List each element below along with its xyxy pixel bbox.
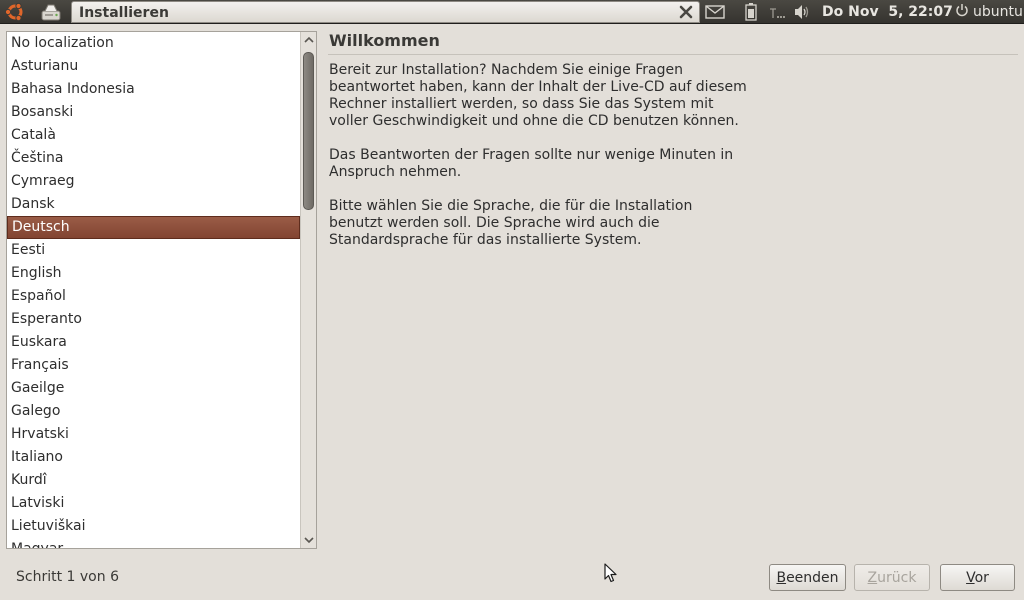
- scroll-thumb[interactable]: [303, 52, 314, 210]
- language-item[interactable]: Euskara: [7, 331, 300, 354]
- language-item[interactable]: English: [7, 262, 300, 285]
- language-item[interactable]: Deutsch: [7, 216, 300, 239]
- language-item[interactable]: Hrvatski: [7, 423, 300, 446]
- close-icon[interactable]: [679, 5, 693, 19]
- language-item[interactable]: Eesti: [7, 239, 300, 262]
- language-item[interactable]: Lietuviškai: [7, 515, 300, 538]
- language-item[interactable]: Gaeilge: [7, 377, 300, 400]
- mouse-cursor-icon: [604, 563, 618, 583]
- window-title-tab[interactable]: Installieren: [71, 1, 700, 23]
- language-item[interactable]: Dansk: [7, 193, 300, 216]
- battery-icon[interactable]: [745, 0, 763, 24]
- back-button[interactable]: Zurück: [854, 564, 930, 591]
- volume-icon[interactable]: [793, 0, 813, 24]
- session-user: ubuntu: [973, 4, 1023, 20]
- language-item[interactable]: Magyar: [7, 538, 300, 548]
- language-item[interactable]: Bosanski: [7, 101, 300, 124]
- language-item[interactable]: Català: [7, 124, 300, 147]
- step-indicator: Schritt 1 von 6: [16, 569, 119, 585]
- language-item[interactable]: Asturianu: [7, 55, 300, 78]
- language-item[interactable]: Cymraeg: [7, 170, 300, 193]
- scroll-down-icon[interactable]: [301, 532, 316, 548]
- language-item[interactable]: Esperanto: [7, 308, 300, 331]
- ubuntu-logo-icon[interactable]: [2, 1, 28, 23]
- back-button-label: Zurück: [867, 569, 917, 586]
- network-icon[interactable]: [766, 0, 790, 24]
- mail-icon[interactable]: [705, 0, 729, 24]
- quit-button-label: Beenden: [776, 569, 839, 586]
- language-list-frame: No localization Asturianu Bahasa Indonesia…: [6, 31, 317, 549]
- power-icon: [955, 3, 969, 21]
- session-menu[interactable]: ubuntu: [955, 0, 1023, 24]
- language-item[interactable]: Français: [7, 354, 300, 377]
- welcome-paragraph-1: Bereit zur Installation? Nachdem Sie ein…: [329, 62, 747, 129]
- language-list[interactable]: No localization Asturianu Bahasa Indonesia…: [7, 32, 300, 548]
- title-separator: [328, 54, 1018, 55]
- language-item[interactable]: Kurdî: [7, 469, 300, 492]
- welcome-paragraph-2: Das Beantworten der Fragen sollte nur we…: [329, 147, 734, 180]
- quit-button[interactable]: Beenden: [769, 564, 846, 591]
- language-item[interactable]: Italiano: [7, 446, 300, 469]
- top-panel: Installieren Do Nov 5, 22:07 ubuntu: [0, 0, 1024, 24]
- language-item[interactable]: Galego: [7, 400, 300, 423]
- forward-button[interactable]: Vor: [940, 564, 1015, 591]
- scroll-up-icon[interactable]: [301, 32, 316, 48]
- welcome-paragraph-3: Bitte wählen Sie die Sprache, die für di…: [329, 198, 693, 248]
- window-title: Installieren: [79, 5, 169, 21]
- language-list-scrollbar[interactable]: [300, 32, 316, 548]
- installer-launcher-icon[interactable]: [37, 1, 65, 23]
- language-item[interactable]: Español: [7, 285, 300, 308]
- language-item[interactable]: Bahasa Indonesia: [7, 78, 300, 101]
- forward-button-label: Vor: [966, 569, 989, 586]
- language-item[interactable]: Čeština: [7, 147, 300, 170]
- language-item[interactable]: No localization: [7, 32, 300, 55]
- language-item[interactable]: Latviski: [7, 492, 300, 515]
- page-title: Willkommen: [329, 31, 440, 50]
- clock[interactable]: Do Nov 5, 22:07: [822, 0, 953, 24]
